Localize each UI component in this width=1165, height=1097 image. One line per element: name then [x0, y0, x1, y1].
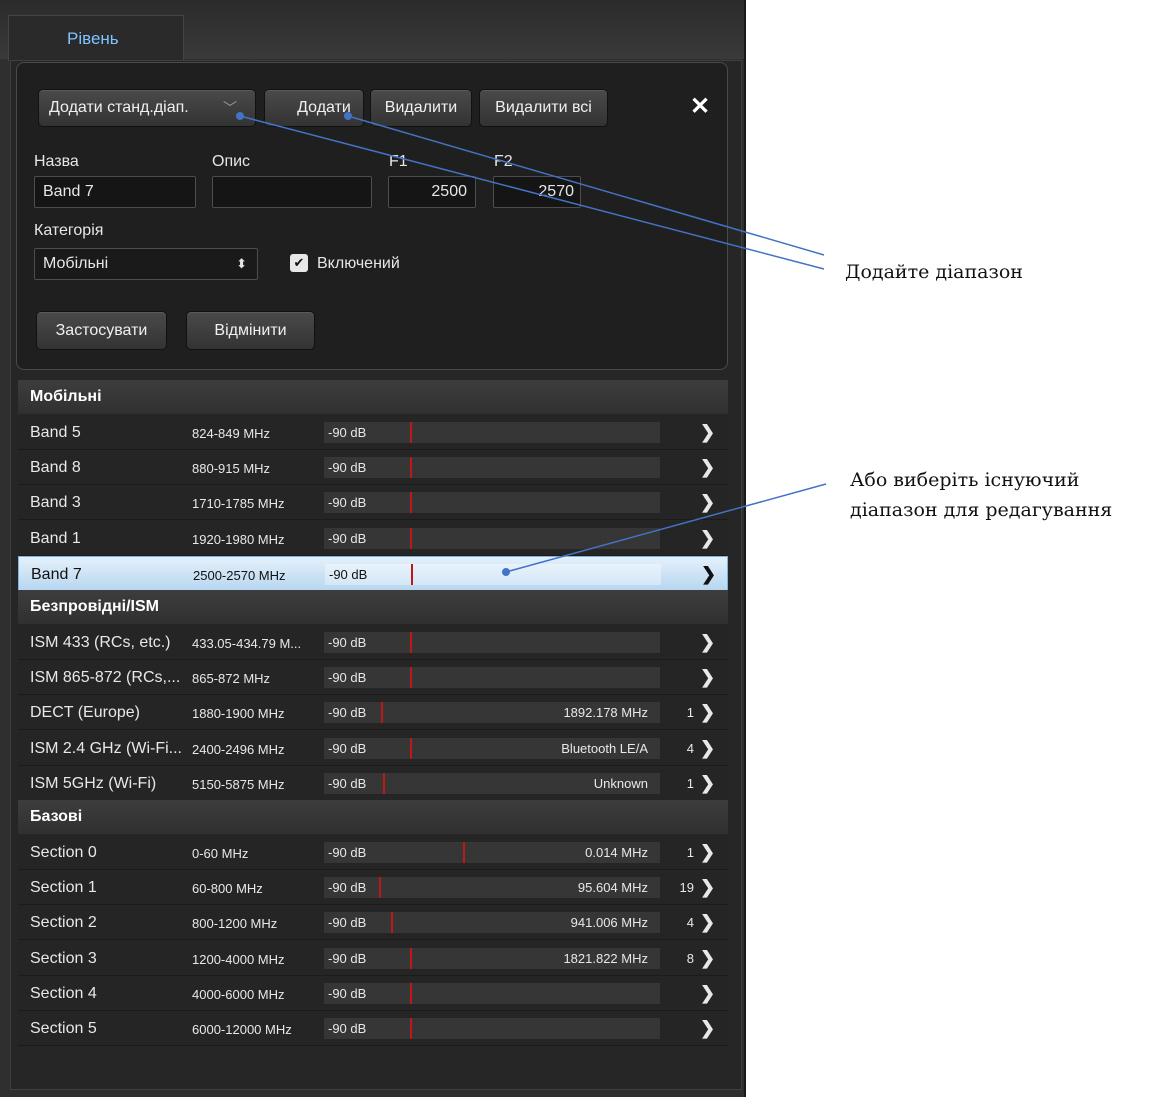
annotation-add-range: Додайте діапазон: [845, 261, 1023, 283]
annotation-dot-add: [344, 112, 352, 120]
annotation-dot-add-standard: [236, 112, 244, 120]
annotation-select-line2: діапазон для редагування: [850, 499, 1113, 521]
annotation-line-add: [347, 115, 825, 256]
annotation-line-select: [505, 483, 827, 573]
annotation-dot-select: [502, 568, 510, 576]
annotation-select-line1: Або виберіть існуючий: [850, 469, 1080, 491]
annotation-line-add-standard: [239, 115, 825, 270]
annotation-lines: [236, 112, 827, 576]
